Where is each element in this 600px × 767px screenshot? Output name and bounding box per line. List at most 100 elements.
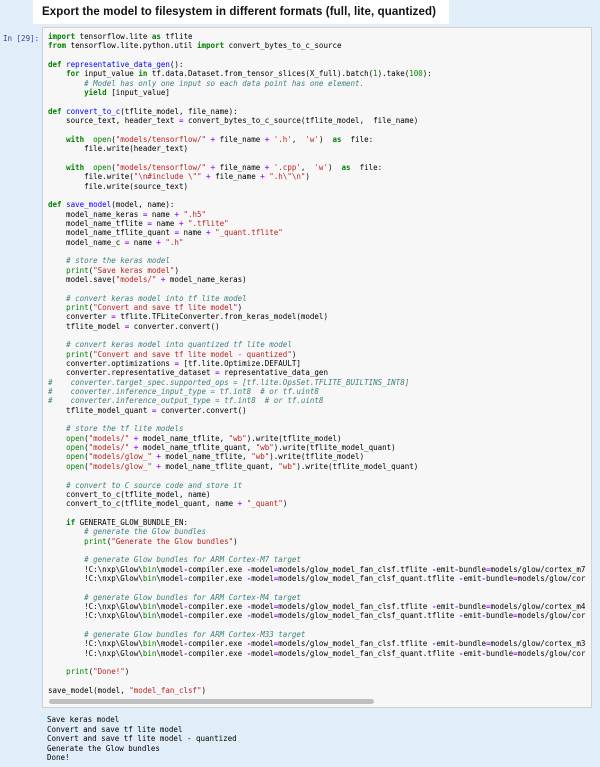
- code-token: \model: [156, 574, 183, 583]
- code-token: [48, 667, 66, 676]
- code-token: [48, 593, 84, 602]
- code-token: as: [342, 163, 351, 172]
- code-token: [84, 135, 93, 144]
- code-token: model: [251, 602, 274, 611]
- code-token: tflite_model_quant: [48, 406, 152, 415]
- code-token: compiler.exe: [188, 574, 247, 583]
- code-token: # convert keras model into tf lite model: [66, 294, 247, 303]
- code-token: !C:\nxp\Glow\: [48, 602, 143, 611]
- code-token: bundle: [459, 602, 486, 611]
- code-token: print: [66, 266, 89, 275]
- code-token: bin: [143, 574, 157, 583]
- code-token: tensorflow.lite.python.util: [66, 41, 197, 50]
- code-token: ): [233, 537, 238, 546]
- code-token: model.save(: [48, 275, 116, 284]
- code-token: models/glow_model_fan_clsf_quant.tflite: [278, 574, 459, 583]
- code-token: [48, 527, 84, 536]
- horizontal-scrollbar[interactable]: [48, 698, 589, 705]
- code-token: models/glow_model_fan_clsf_quant.tflite: [278, 649, 459, 658]
- code-token: ): [305, 172, 310, 181]
- output-line: Save keras model: [47, 715, 592, 725]
- code-token: # converter.inference_input_type = tf.in…: [48, 387, 319, 396]
- code-token: # generate the Glow bundles: [84, 527, 206, 536]
- code-token: model_name_tflite: [48, 219, 147, 228]
- code-token: [48, 537, 84, 546]
- code-token: bin: [143, 565, 157, 574]
- code-token: # store the tf lite models: [66, 424, 183, 433]
- code-token: \model: [156, 602, 183, 611]
- code-token: converter.representative_dataset: [48, 368, 215, 377]
- code-token: tflite_model: [48, 322, 125, 331]
- code-token: representative_data_gen: [220, 368, 328, 377]
- output-line: Done!: [47, 753, 592, 763]
- code-token: representative_data_gen: [66, 60, 170, 69]
- code-token: [48, 340, 66, 349]
- code-token: emit: [463, 574, 481, 583]
- code-token: "models/": [89, 434, 130, 443]
- code-token: \model: [156, 611, 183, 620]
- code-token: ): [202, 686, 207, 695]
- code-token: compiler.exe: [188, 649, 247, 658]
- code-token: file.write(: [48, 172, 134, 181]
- code-token: "models/tensorflow/": [116, 135, 206, 144]
- code-token: from: [48, 41, 66, 50]
- code-token: [48, 256, 66, 265]
- code-token: in: [138, 69, 147, 78]
- code-token: models/glow/cortex_m4: [491, 602, 586, 611]
- code-token: "wb": [229, 434, 247, 443]
- code-token: [48, 350, 66, 359]
- code-token: model: [251, 649, 274, 658]
- code-token: "Convert and save tf lite model": [93, 303, 238, 312]
- code-token: # store the keras model: [66, 256, 170, 265]
- scrollbar-thumb[interactable]: [49, 699, 374, 704]
- code-token: # generate Glow bundles for ARM Cortex-M…: [84, 593, 301, 602]
- code-token: # generate Glow bundles for ARM Cortex-M…: [84, 630, 305, 639]
- code-token: 'w': [305, 135, 319, 144]
- code-token: file.write(source_text): [48, 182, 188, 191]
- code-token: ".h\"\n": [269, 172, 305, 181]
- code-token: ():: [170, 60, 184, 69]
- code-token: tflite: [161, 32, 193, 41]
- code-token: ): [125, 667, 130, 676]
- code-editor[interactable]: import tensorflow.lite as tflite from te…: [48, 32, 591, 695]
- code-token: model_name_tflite_quant,: [161, 462, 278, 471]
- code-token: compiler.exe: [188, 602, 247, 611]
- code-token: [48, 69, 66, 78]
- code-token: ): [174, 266, 179, 275]
- code-token: ):: [423, 69, 432, 78]
- code-token: ).write(tflite_model): [269, 452, 364, 461]
- code-token: model: [251, 574, 274, 583]
- code-token: open: [66, 434, 84, 443]
- code-token: convert_bytes_to_c_source: [224, 41, 341, 50]
- code-token: def: [48, 107, 62, 116]
- code-token: "wb": [278, 462, 296, 471]
- code-token: ): [292, 350, 297, 359]
- code-token: !C:\nxp\Glow\: [48, 639, 143, 648]
- code-token: file:: [342, 135, 374, 144]
- code-cell-input[interactable]: import tensorflow.lite as tflite from te…: [42, 27, 592, 708]
- code-token: bin: [143, 611, 157, 620]
- code-token: convert_to_c: [66, 107, 120, 116]
- code-token: open: [66, 462, 84, 471]
- code-token: GENERATE_GLOW_BUNDLE_EN:: [75, 518, 188, 527]
- code-token: print: [66, 350, 89, 359]
- code-token: ).write(tflite_model_quant): [296, 462, 418, 471]
- code-token: [48, 88, 84, 97]
- output-line: Generate the Glow bundles: [47, 744, 592, 754]
- code-token: !C:\nxp\Glow\: [48, 574, 143, 583]
- code-token: "_quant.tflite": [215, 228, 283, 237]
- code-token: [48, 79, 84, 88]
- code-token: source_text, header_text: [48, 116, 179, 125]
- code-token: as: [152, 32, 161, 41]
- code-token: '.h': [274, 135, 292, 144]
- code-token: \model: [156, 565, 183, 574]
- code-token: file_name: [211, 172, 261, 181]
- code-token: with: [66, 163, 84, 172]
- code-token: ,: [292, 135, 306, 144]
- code-token: name: [147, 210, 174, 219]
- code-token: [48, 135, 66, 144]
- code-token: with: [66, 135, 84, 144]
- code-token: ).write(tflite_model): [247, 434, 342, 443]
- code-token: models/glow/cortex_m3: [491, 639, 586, 648]
- code-token: model: [251, 611, 274, 620]
